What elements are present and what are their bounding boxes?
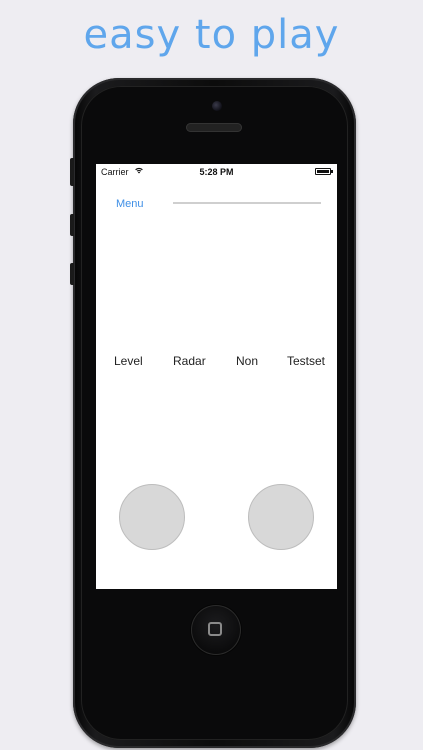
- mode-non[interactable]: Non: [236, 354, 258, 368]
- status-bar: Carrier 5:28 PM: [96, 164, 337, 179]
- mode-testset[interactable]: Testset: [287, 354, 325, 368]
- camera-icon: [212, 101, 222, 111]
- home-button: [191, 605, 241, 655]
- battery-icon: [315, 168, 333, 175]
- home-square-icon: [208, 622, 222, 636]
- volume-up-button: [70, 214, 74, 236]
- progress-slider[interactable]: [173, 202, 321, 204]
- volume-down-button: [70, 263, 74, 285]
- headline: easy to play: [83, 12, 340, 58]
- mode-radar[interactable]: Radar: [173, 354, 206, 368]
- status-time: 5:28 PM: [199, 167, 234, 177]
- menu-button[interactable]: Menu: [116, 198, 144, 210]
- mode-level[interactable]: Level: [114, 354, 143, 368]
- speaker-grille: [186, 123, 242, 132]
- app-screen: Carrier 5:28 PM Menu Level Radar Non Tes…: [96, 164, 337, 589]
- right-pad-button[interactable]: [248, 484, 314, 550]
- left-pad-button[interactable]: [119, 484, 185, 550]
- mode-selector: Level Radar Non Testset: [96, 354, 337, 370]
- mute-switch: [70, 158, 74, 186]
